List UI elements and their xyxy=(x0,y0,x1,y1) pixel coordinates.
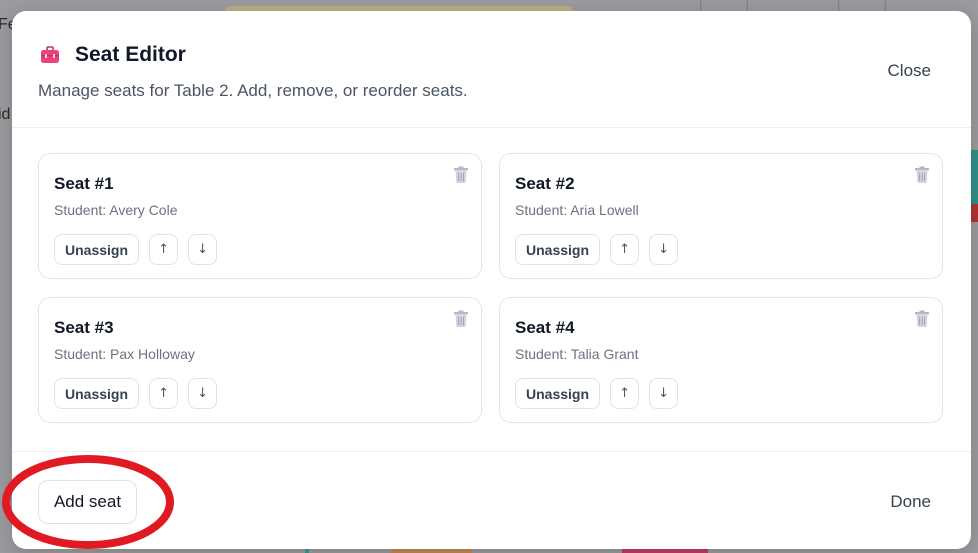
trash-icon[interactable] xyxy=(453,166,469,184)
seat-actions: Unassign ↑ ↓ xyxy=(54,378,218,409)
close-button[interactable]: Close xyxy=(888,61,931,81)
move-down-button[interactable]: ↓ xyxy=(649,378,679,409)
seat-student: Student: Avery Cole xyxy=(54,202,178,218)
move-up-button[interactable]: ↑ xyxy=(149,234,179,265)
trash-icon[interactable] xyxy=(914,310,930,328)
dialog-footer: Add seat Done xyxy=(12,451,971,549)
seat-actions: Unassign ↑ ↓ xyxy=(515,378,679,409)
unassign-button[interactable]: Unassign xyxy=(515,378,601,409)
seat-student: Student: Aria Lowell xyxy=(515,202,639,218)
seat-actions: Unassign ↑ ↓ xyxy=(54,234,218,265)
unassign-button[interactable]: Unassign xyxy=(54,234,140,265)
move-down-button[interactable]: ↓ xyxy=(188,378,218,409)
seat-card: Seat #3 Student: Pax Holloway Unassign ↑… xyxy=(38,297,482,423)
unassign-button[interactable]: Unassign xyxy=(515,234,601,265)
done-button[interactable]: Done xyxy=(890,492,931,512)
move-down-button[interactable]: ↓ xyxy=(649,234,679,265)
title-row: Seat Editor xyxy=(39,43,186,67)
add-seat-button[interactable]: Add seat xyxy=(38,480,137,524)
move-up-button[interactable]: ↑ xyxy=(149,378,179,409)
seat-title: Seat #2 xyxy=(515,174,575,193)
dialog-subtitle: Manage seats for Table 2. Add, remove, o… xyxy=(38,81,468,100)
seat-card: Seat #4 Student: Talia Grant Unassign ↑ … xyxy=(499,297,943,423)
background-side-badge xyxy=(970,204,978,222)
dialog-title: Seat Editor xyxy=(75,43,186,66)
unassign-button[interactable]: Unassign xyxy=(54,378,140,409)
seat-card: Seat #1 Student: Avery Cole Unassign ↑ ↓ xyxy=(38,153,482,279)
seat-title: Seat #3 xyxy=(54,318,114,337)
seat-student: Student: Pax Holloway xyxy=(54,346,195,362)
trash-icon[interactable] xyxy=(453,310,469,328)
seat-editor-dialog: Seat Editor Manage seats for Table 2. Ad… xyxy=(12,11,971,549)
seat-student: Student: Talia Grant xyxy=(515,346,639,362)
dialog-header: Seat Editor Manage seats for Table 2. Ad… xyxy=(12,11,971,128)
seat-title: Seat #4 xyxy=(515,318,575,337)
move-up-button[interactable]: ↑ xyxy=(610,234,640,265)
trash-icon[interactable] xyxy=(914,166,930,184)
seat-card: Seat #2 Student: Aria Lowell Unassign ↑ … xyxy=(499,153,943,279)
background-text-mid: id xyxy=(0,106,11,123)
seat-actions: Unassign ↑ ↓ xyxy=(515,234,679,265)
move-up-button[interactable]: ↑ xyxy=(610,378,640,409)
move-down-button[interactable]: ↓ xyxy=(188,234,218,265)
toolbox-icon xyxy=(39,44,61,66)
seat-title: Seat #1 xyxy=(54,174,114,193)
